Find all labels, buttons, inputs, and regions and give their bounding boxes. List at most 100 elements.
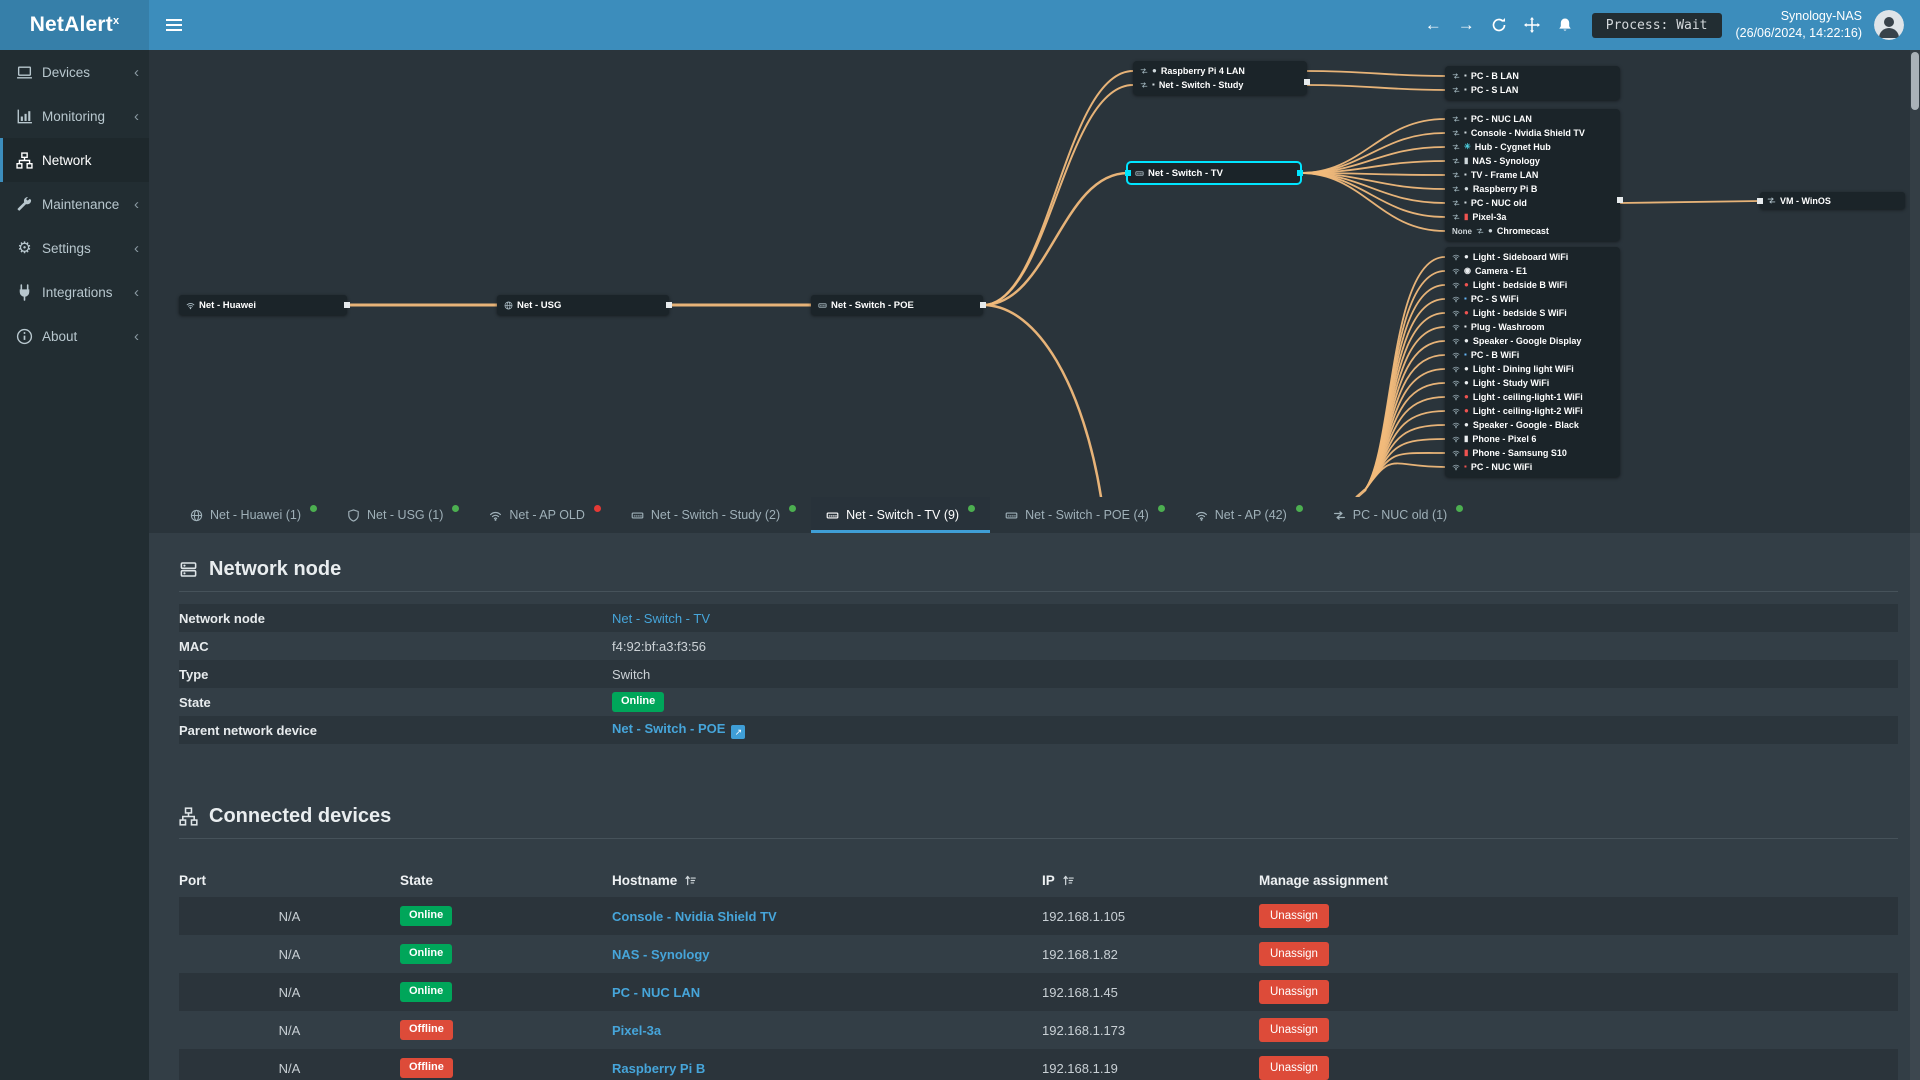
device-label: Net - Switch - Study xyxy=(1158,80,1244,90)
hostname-cell: NAS - Synology xyxy=(612,947,1042,962)
external-link-icon[interactable] xyxy=(731,725,746,740)
topology-device-row[interactable]: ● Light - ceiling-light-1 WiFi xyxy=(1445,390,1620,404)
device-label: Hub - Cygnet Hub xyxy=(1474,142,1551,152)
unassign-button[interactable]: Unassign xyxy=(1259,942,1329,966)
hostname-link[interactable]: NAS - Synology xyxy=(612,947,710,962)
unassign-button[interactable]: Unassign xyxy=(1259,1056,1329,1080)
topology-node-switch-poe[interactable]: Net - Switch - POE xyxy=(811,295,986,315)
tab-net-ap[interactable]: Net - AP (42) xyxy=(1180,497,1318,533)
unassign-button[interactable]: Unassign xyxy=(1259,904,1329,928)
topology-device-row[interactable]: ▪ PC - B LAN xyxy=(1445,69,1620,83)
topology-device-row[interactable]: ▮ Phone - Samsung S10 xyxy=(1445,446,1620,460)
hostname-cell: Pixel-3a xyxy=(612,1023,1042,1038)
hostname-link[interactable]: Raspberry Pi B xyxy=(612,1061,705,1076)
tab-pc-nuc-old[interactable]: PC - NUC old (1) xyxy=(1318,497,1478,533)
nav-back-icon[interactable]: ← xyxy=(1417,0,1450,50)
device-label: PC - B LAN xyxy=(1470,71,1519,81)
unassign-button[interactable]: Unassign xyxy=(1259,980,1329,1004)
sidebar-item-monitoring[interactable]: Monitoring xyxy=(0,94,149,138)
topology-device-row[interactable]: ▪ Plug - Washroom xyxy=(1445,320,1620,334)
column-header-ip[interactable]: IP xyxy=(1042,873,1259,888)
sidebar-item-devices[interactable]: Devices xyxy=(0,50,149,94)
sidebar-item-about[interactable]: About xyxy=(0,314,149,358)
bell-icon[interactable] xyxy=(1549,0,1582,50)
sidebar-item-network[interactable]: Network xyxy=(0,138,149,182)
sidebar-item-settings[interactable]: ⚙ Settings xyxy=(0,226,149,270)
tab-net-switch-tv[interactable]: Net - Switch - TV (9) xyxy=(811,497,991,533)
topology-device-row[interactable]: ▪ PC - B WiFi xyxy=(1445,348,1620,362)
hostname-link[interactable]: Console - Nvidia Shield TV xyxy=(612,909,777,924)
topology-device-row[interactable]: ▪ TV - Frame LAN xyxy=(1445,168,1620,182)
topology-device-row[interactable]: ▪ PC - NUC WiFi xyxy=(1445,460,1620,474)
device-label: TV - Frame LAN xyxy=(1470,170,1539,180)
topology-device-row[interactable]: ◉ Camera - E1 xyxy=(1445,264,1620,278)
topology-device-row[interactable]: ● Raspberry Pi 4 LAN xyxy=(1133,64,1307,78)
sidebar-item-integrations[interactable]: Integrations xyxy=(0,270,149,314)
node-label: Net - USG xyxy=(517,299,562,311)
topology-device-row[interactable]: ● Light - Dining light WiFi xyxy=(1445,362,1620,376)
tab-net-usg[interactable]: Net - USG (1) xyxy=(332,497,474,533)
topology-device-row[interactable]: ● Light - Sideboard WiFi xyxy=(1445,250,1620,264)
connection-icon xyxy=(1452,338,1460,345)
app-logo[interactable]: NetAlert x xyxy=(0,0,149,50)
network-topology-canvas[interactable]: Net - Huawei Net - USG Net - Switch - PO… xyxy=(149,50,1920,497)
column-header-port[interactable]: Port xyxy=(179,873,400,888)
topology-device-row[interactable]: None ● Chromecast xyxy=(1445,224,1620,238)
topology-device-row[interactable]: ● Light - bedside B WiFi xyxy=(1445,278,1620,292)
scrollbar-thumb[interactable] xyxy=(1911,52,1919,110)
network-node-link[interactable]: Net - Switch - TV xyxy=(612,611,710,626)
topology-device-row[interactable]: ● Speaker - Google - Black xyxy=(1445,418,1620,432)
topology-device-row[interactable]: ● Light - ceiling-light-2 WiFi xyxy=(1445,404,1620,418)
nav-forward-icon[interactable]: → xyxy=(1450,0,1483,50)
hostname-link[interactable]: Pixel-3a xyxy=(612,1023,661,1038)
topology-device-row[interactable]: ▪ PC - S WiFi xyxy=(1445,292,1620,306)
tab-net-huawei[interactable]: Net - Huawei (1) xyxy=(175,497,332,533)
hamburger-menu-icon[interactable] xyxy=(149,0,199,50)
connection-icon xyxy=(1452,282,1460,289)
tv-group-box[interactable]: ▪ PC - NUC LAN ▪ Console - Nvidia Shield… xyxy=(1445,109,1623,241)
user-avatar[interactable] xyxy=(1874,10,1904,40)
wifi-group-box[interactable]: ● Light - Sideboard WiFi ◉ Camera - E1 ●… xyxy=(1445,247,1620,477)
unassign-button[interactable]: Unassign xyxy=(1259,1018,1329,1042)
topology-device-row[interactable]: ● Light - Study WiFi xyxy=(1445,376,1620,390)
topology-device-row[interactable]: ▪ PC - NUC LAN xyxy=(1445,112,1620,126)
device-label: PC - NUC LAN xyxy=(1470,114,1532,124)
ip-cell: 192.168.1.45 xyxy=(1042,984,1118,1000)
table-row: N/A Offline Raspberry Pi B 192.168.1.19 … xyxy=(179,1049,1898,1080)
sort-icon[interactable] xyxy=(684,874,697,887)
topology-device-row[interactable]: ▮ Phone - Pixel 6 xyxy=(1445,432,1620,446)
sort-icon[interactable] xyxy=(1062,874,1075,887)
tab-net-switch-study[interactable]: Net - Switch - Study (2) xyxy=(616,497,811,533)
study-group-box[interactable]: ● Raspberry Pi 4 LAN ▪ Net - Switch - St… xyxy=(1133,61,1310,95)
topology-device-row[interactable]: ▪ PC - NUC old xyxy=(1445,196,1620,210)
device-icon: ● xyxy=(1464,406,1469,415)
sidebar-item-maintenance[interactable]: Maintenance xyxy=(0,182,149,226)
topology-device-row[interactable]: ▪ PC - S LAN xyxy=(1445,83,1620,97)
topology-device-row[interactable]: ▪ Net - Switch - Study xyxy=(1133,78,1307,92)
lan-group-box[interactable]: ▪ PC - B LAN ▪ PC - S LAN xyxy=(1445,66,1620,100)
topology-node-usg[interactable]: Net - USG xyxy=(497,295,672,315)
topology-device-row[interactable]: ▮ NAS - Synology xyxy=(1445,154,1620,168)
laptop-icon xyxy=(17,65,32,79)
hostname-link[interactable]: PC - NUC LAN xyxy=(612,985,700,1000)
parent-device-link[interactable]: Net - Switch - POE xyxy=(612,721,725,736)
refresh-icon[interactable] xyxy=(1483,0,1516,50)
topology-device-row[interactable]: ● Light - bedside S WiFi xyxy=(1445,306,1620,320)
column-header-hostname[interactable]: Hostname xyxy=(612,873,1042,888)
topology-device-row[interactable]: ● Raspberry Pi B xyxy=(1445,182,1620,196)
tab-net-switch-poe[interactable]: Net - Switch - POE (4) xyxy=(990,497,1180,533)
pan-move-icon[interactable] xyxy=(1516,0,1549,50)
column-header-state[interactable]: State xyxy=(400,873,612,888)
state-badge: Online xyxy=(400,982,453,1002)
tab-net-ap-old[interactable]: Net - AP OLD xyxy=(474,497,616,533)
topology-device-row[interactable]: ▪ Console - Nvidia Shield TV xyxy=(1445,126,1620,140)
device-icon: ▮ xyxy=(1464,156,1469,165)
tab-label: Net - Switch - TV (9) xyxy=(846,508,960,522)
topology-device-row[interactable]: ✳ Hub - Cygnet Hub xyxy=(1445,140,1620,154)
topology-device-row[interactable]: ● Speaker - Google Display xyxy=(1445,334,1620,348)
topology-node-huawei[interactable]: Net - Huawei xyxy=(179,295,350,315)
topology-node-switch-tv-selected[interactable]: Net - Switch - TV xyxy=(1125,163,1303,183)
topology-node-vm-winos[interactable]: VM - WinOS xyxy=(1757,192,1905,209)
topology-device-row[interactable]: ▮ Pixel-3a xyxy=(1445,210,1620,224)
scrollbar-track[interactable] xyxy=(1910,50,1920,1080)
